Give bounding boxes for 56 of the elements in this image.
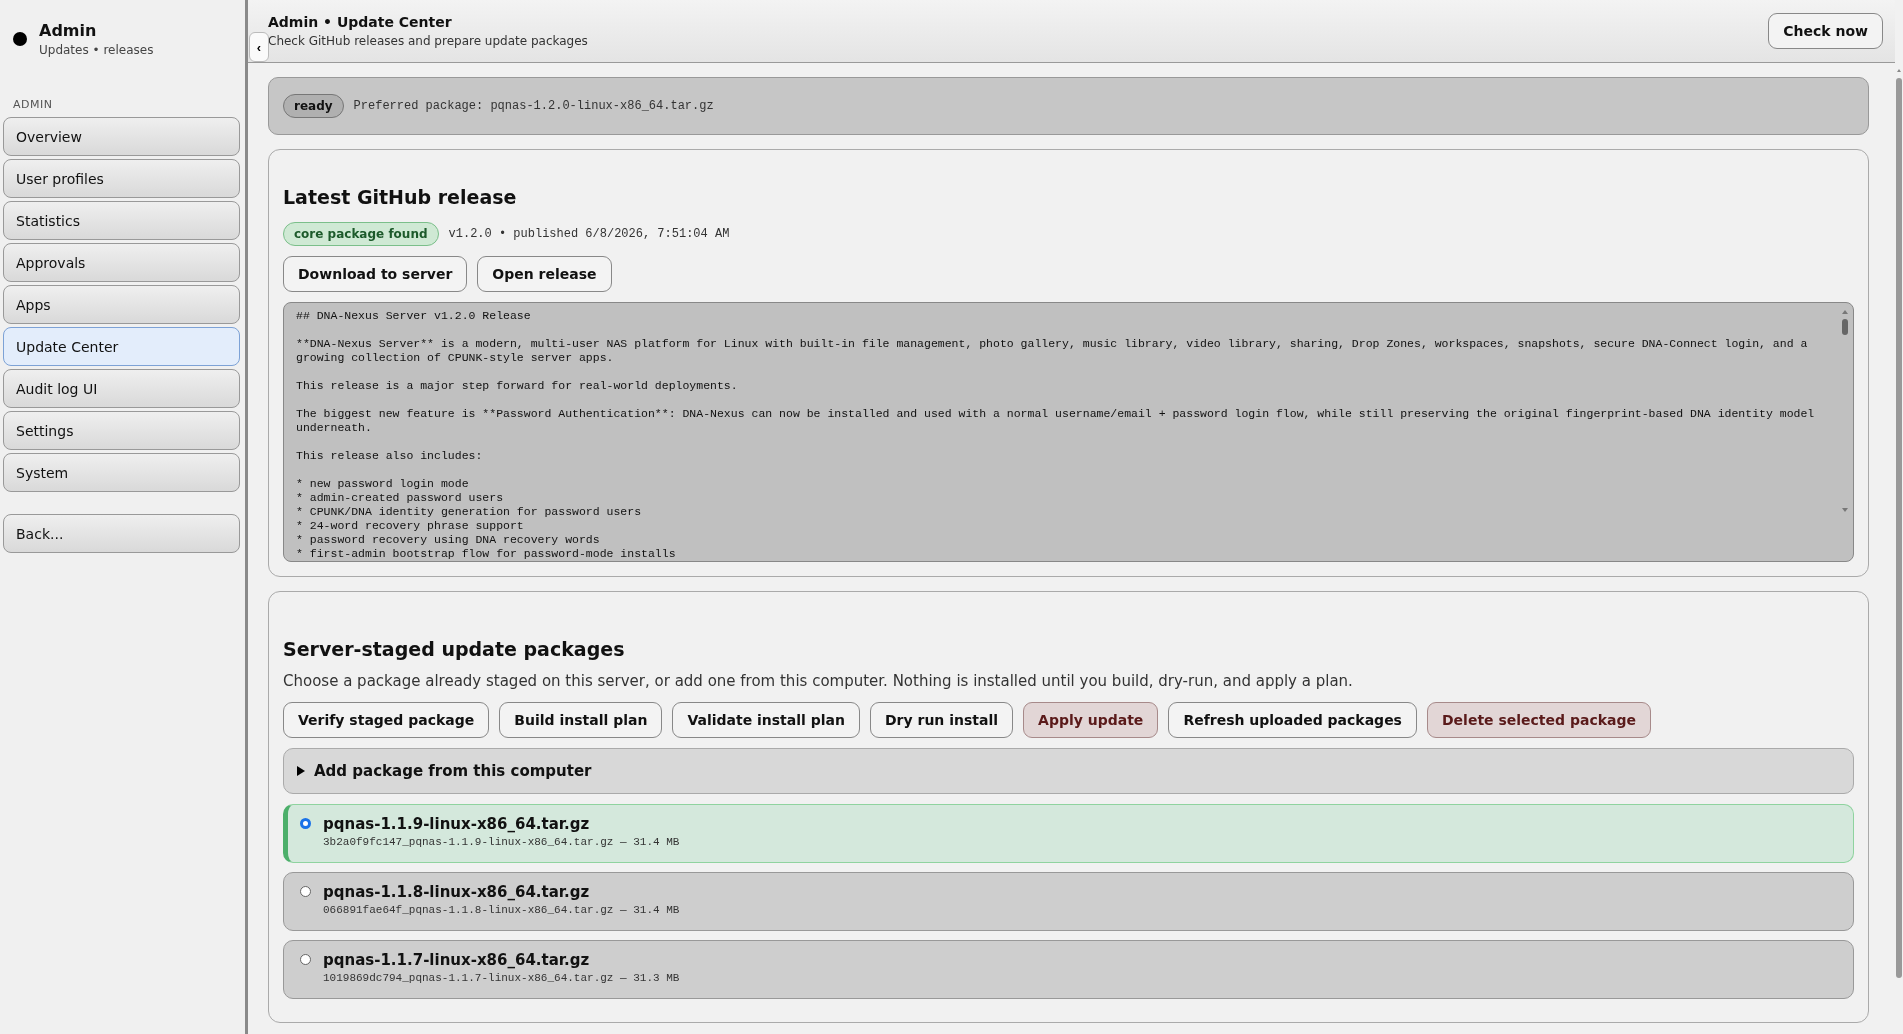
package-detail: 3b2a0f9fc147_pqnas-1.1.9-linux-x86_64.tar.gz — 31.4 MB xyxy=(323,836,680,848)
section-title: Server-staged update packages xyxy=(283,638,626,660)
status-badge: ready xyxy=(283,94,344,118)
release-meta: v1.2.0 • published 6/8/2026, 7:51:04 AM xyxy=(448,227,730,241)
action-button[interactable]: Build install plan xyxy=(499,702,663,738)
package-name: pqnas-1.1.7-linux-x86_64.tar.gz xyxy=(323,951,591,969)
package-item[interactable]: pqnas-1.1.9-linux-x86_64.tar.gz 3b2a0f9fc147_pqnas-1.1.9-linux-x86_64.tar.gz — 31.4 MB xyxy=(283,804,1854,863)
radio-button[interactable] xyxy=(300,886,311,897)
action-button[interactable]: Refresh uploaded packages xyxy=(1168,702,1417,738)
page-title: Admin • Update Center xyxy=(268,14,453,30)
sidebar-item[interactable]: Approvals xyxy=(3,243,240,282)
sidebar-item[interactable]: Overview xyxy=(3,117,240,156)
notes-paragraph: The biggest new feature is **Password Authentication**: DNA-Nexus can now be installed and used with a normal username/email + password login flow, while still preserving the original fingerprint-based DNA identity model underneath. xyxy=(296,407,1816,435)
app-title: Admin xyxy=(39,21,98,40)
sidebar-item[interactable]: Audit log UI xyxy=(3,369,240,408)
section-title: Latest GitHub release xyxy=(283,186,518,208)
action-button[interactable]: Delete selected package xyxy=(1426,702,1651,738)
package-detail: 1019869dc794_pqnas-1.1.7-linux-x86_64.tar.gz — 31.3 MB xyxy=(323,972,680,984)
notes-paragraph: This release also includes: xyxy=(296,449,484,463)
package-item[interactable]: pqnas-1.1.8-linux-x86_64.tar.gz 066891fae64f_pqnas-1.1.8-linux-x86_64.tar.gz — 31.4 MB xyxy=(283,872,1854,931)
sidebar-item[interactable]: System xyxy=(3,453,240,492)
back-button[interactable]: Back... xyxy=(3,514,240,553)
expander-label: Add package from this computer xyxy=(314,762,592,780)
add-package-expander[interactable]: Add package from this computer xyxy=(283,748,1854,794)
expand-arrow-icon xyxy=(296,766,306,776)
package-detail: 066891fae64f_pqnas-1.1.8-linux-x86_64.tar.gz — 31.4 MB xyxy=(323,904,680,916)
action-button[interactable]: Verify staged package xyxy=(283,702,490,738)
sidebar-item[interactable]: Settings xyxy=(3,411,240,450)
check-now-button[interactable]: Check now xyxy=(1768,13,1883,49)
action-button[interactable]: Validate install plan xyxy=(672,702,860,738)
package-name: pqnas-1.1.8-linux-x86_64.tar.gz xyxy=(323,883,591,901)
action-button[interactable]: Open release xyxy=(477,256,612,292)
collapse-button[interactable]: ‹ xyxy=(249,32,269,62)
sidebar-item[interactable]: Update Center xyxy=(3,327,240,366)
action-button[interactable]: Download to server xyxy=(283,256,468,292)
radio-button[interactable] xyxy=(300,954,311,965)
action-button[interactable]: Apply update xyxy=(1023,702,1159,738)
radio-button[interactable] xyxy=(300,818,311,829)
sidebar-item[interactable]: Apps xyxy=(3,285,240,324)
app-subtitle: Updates • releases xyxy=(39,43,154,57)
sidebar-item[interactable]: User profiles xyxy=(3,159,240,198)
status-dot-icon xyxy=(13,32,27,46)
notes-paragraph: * new password login mode * admin-created password users * CPUNK/DNA identity generation for password users * 24-word recovery phrase support * password recovery using DNA recovery words * first-admin bootstrap flow for password-mode installs xyxy=(296,477,677,561)
section-label: ADMIN xyxy=(13,98,54,111)
action-button[interactable]: Dry run install xyxy=(869,702,1014,738)
release-notes-field[interactable] xyxy=(283,302,1854,562)
sidebar-item[interactable]: Statistics xyxy=(3,201,240,240)
notes-paragraph: **DNA-Nexus Server** is a modern, multi-user NAS platform for Linux with built-in file management, photo gallery, music library, video library, sharing, Drop Zones, workspaces, snapshots, secure DNA-Connect login, and a growing collection of CPUNK-style server apps. xyxy=(296,337,1809,365)
status-badge: core package found xyxy=(283,222,439,246)
page-subtitle: Check GitHub releases and prepare update packages xyxy=(268,34,588,48)
package-item[interactable]: pqnas-1.1.7-linux-x86_64.tar.gz 1019869dc794_pqnas-1.1.7-linux-x86_64.tar.gz — 31.3 MB xyxy=(283,940,1854,999)
notes-paragraph: This release is a major step forward for real-world deployments. xyxy=(296,379,739,393)
section-description: Choose a package already staged on this server, or add one from this computer. Nothing is installed until you build, dry-run, and apply a plan. xyxy=(283,672,1354,690)
package-name: pqnas-1.1.9-linux-x86_64.tar.gz xyxy=(323,815,591,833)
notes-paragraph: ## DNA-Nexus Server v1.2.0 Release xyxy=(296,309,532,323)
preferred-package-text: Preferred package: pqnas-1.2.0-linux-x86_64.tar.gz xyxy=(353,99,714,113)
